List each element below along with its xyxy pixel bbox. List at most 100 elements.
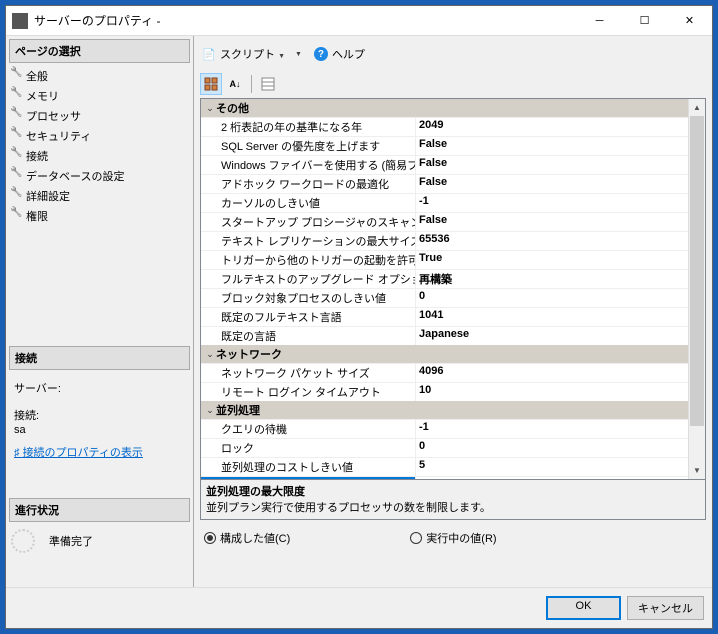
view-props-label: 接続のプロパティの表示 xyxy=(23,447,143,459)
property-key: 既定の言語 xyxy=(201,327,416,345)
chevron-down-icon[interactable]: ⌄ xyxy=(204,405,216,416)
category-label: その他 xyxy=(216,100,249,116)
dialog-body: ページの選択 全般メモリプロセッサセキュリティ接続データベースの設定詳細設定権限… xyxy=(6,36,712,587)
property-row[interactable]: 並列処理の最大限度 xyxy=(201,476,705,480)
property-value[interactable]: 0 xyxy=(416,439,705,457)
close-button[interactable]: ✕ xyxy=(667,6,712,36)
property-key: Windows ファイバーを使用する (簡易プーリン xyxy=(201,156,416,174)
progress-status: 準備完了 xyxy=(6,525,193,557)
page-list: 全般メモリプロセッサセキュリティ接続データベースの設定詳細設定権限 xyxy=(6,66,193,226)
alphabetical-button[interactable]: A↓ xyxy=(224,73,246,95)
property-value[interactable]: False xyxy=(416,213,705,231)
page-item-0[interactable]: 全般 xyxy=(6,66,193,86)
property-row[interactable]: 2 桁表記の年の基準になる年2049 xyxy=(201,117,705,136)
property-value[interactable]: Japanese xyxy=(416,327,705,345)
view-connection-props-link[interactable]: ♯ 接続のプロパティの表示 xyxy=(9,442,190,462)
configured-radio[interactable]: 構成した値(C) xyxy=(204,530,290,546)
page-item-4[interactable]: 接続 xyxy=(6,146,193,166)
page-select-header: ページの選択 xyxy=(9,39,190,63)
property-key: SQL Server の優先度を上げます xyxy=(201,137,416,155)
property-row[interactable]: クエリの待機-1 xyxy=(201,419,705,438)
property-value[interactable]: 再構築 xyxy=(416,270,705,288)
property-key: カーソルのしきい値 xyxy=(201,194,416,212)
chevron-down-icon[interactable]: ⌄ xyxy=(204,103,216,114)
page-item-7[interactable]: 権限 xyxy=(6,206,193,226)
property-row[interactable]: 既定のフルテキスト言語1041 xyxy=(201,307,705,326)
property-key: ブロック対象プロセスのしきい値 xyxy=(201,289,416,307)
page-item-5[interactable]: データベースの設定 xyxy=(6,166,193,186)
running-label: 実行中の値(R) xyxy=(426,530,496,546)
property-row[interactable]: ブロック対象プロセスのしきい値0 xyxy=(201,288,705,307)
property-row[interactable]: テキスト レプリケーションの最大サイズ65536 xyxy=(201,231,705,250)
page-item-1[interactable]: メモリ xyxy=(6,86,193,106)
category-その他[interactable]: ⌄その他 xyxy=(201,99,705,117)
property-value[interactable]: False xyxy=(416,175,705,193)
property-value[interactable]: 2049 xyxy=(416,118,705,136)
property-grid[interactable]: ⌄その他2 桁表記の年の基準になる年2049SQL Server の優先度を上げ… xyxy=(200,98,706,480)
property-key: アドホック ワークロードの最適化 xyxy=(201,175,416,193)
property-key: トリガーから他のトリガーの起動を許可する xyxy=(201,251,416,269)
categorized-button[interactable] xyxy=(200,73,222,95)
property-row[interactable]: トリガーから他のトリガーの起動を許可するTrue xyxy=(201,250,705,269)
property-input[interactable] xyxy=(419,478,688,480)
property-value[interactable]: True xyxy=(416,251,705,269)
property-row[interactable]: Windows ファイバーを使用する (簡易プーリンFalse xyxy=(201,155,705,174)
property-row[interactable]: ネットワーク パケット サイズ4096 xyxy=(201,363,705,382)
property-value[interactable]: 65536 xyxy=(416,232,705,250)
property-row[interactable]: アドホック ワークロードの最適化False xyxy=(201,174,705,193)
property-row[interactable]: スタートアップ プロシージャのスキャンFalse xyxy=(201,212,705,231)
property-value[interactable]: 5 xyxy=(416,458,705,476)
property-value[interactable]: False xyxy=(416,137,705,155)
scroll-up-icon[interactable]: ▲ xyxy=(689,99,705,116)
category-並列処理[interactable]: ⌄並列処理 xyxy=(201,401,705,419)
property-value[interactable] xyxy=(416,477,705,480)
property-row[interactable]: ロック0 xyxy=(201,438,705,457)
property-value[interactable]: 4096 xyxy=(416,364,705,382)
window-title: サーバーのプロパティ - xyxy=(34,12,577,29)
scrollbar[interactable]: ▲ ▼ xyxy=(688,99,705,479)
cancel-button[interactable]: キャンセル xyxy=(627,596,704,620)
page-item-2[interactable]: プロセッサ xyxy=(6,106,193,126)
property-key: クエリの待機 xyxy=(201,420,416,438)
page-item-6[interactable]: 詳細設定 xyxy=(6,186,193,206)
property-row[interactable]: 並列処理のコストしきい値5 xyxy=(201,457,705,476)
scroll-thumb[interactable] xyxy=(690,116,704,426)
property-row[interactable]: 既定の言語Japanese xyxy=(201,326,705,345)
scroll-down-icon[interactable]: ▼ xyxy=(689,462,705,479)
minimize-button[interactable]: ─ xyxy=(577,6,622,36)
property-value[interactable]: False xyxy=(416,156,705,174)
property-value[interactable]: 0 xyxy=(416,289,705,307)
description-box: 並列処理の最大限度 並列プラン実行で使用するプロセッサの数を制限します。 xyxy=(200,480,706,520)
connection-header: 接続 xyxy=(9,346,190,370)
script-dropdown[interactable]: スクリプト ▼ xyxy=(220,46,285,62)
page-item-3[interactable]: セキュリティ xyxy=(6,126,193,146)
spinner-icon xyxy=(11,529,35,553)
maximize-button[interactable]: ☐ xyxy=(622,6,667,36)
property-row[interactable]: カーソルのしきい値-1 xyxy=(201,193,705,212)
app-icon xyxy=(12,13,28,29)
property-value[interactable]: -1 xyxy=(416,194,705,212)
help-icon[interactable]: ? xyxy=(314,47,328,61)
help-label[interactable]: ヘルプ xyxy=(332,46,365,62)
dropdown-arrow-icon[interactable]: ▼ xyxy=(295,51,302,58)
property-key: スタートアップ プロシージャのスキャン xyxy=(201,213,416,231)
property-value[interactable]: -1 xyxy=(416,420,705,438)
property-key: 並列処理のコストしきい値 xyxy=(201,458,416,476)
properties-button[interactable] xyxy=(257,73,279,95)
left-panel: ページの選択 全般メモリプロセッサセキュリティ接続データベースの設定詳細設定権限… xyxy=(6,36,194,587)
property-row[interactable]: SQL Server の優先度を上げますFalse xyxy=(201,136,705,155)
radio-icon xyxy=(204,532,216,544)
property-row[interactable]: リモート ログイン タイムアウト10 xyxy=(201,382,705,401)
ok-button[interactable]: OK xyxy=(546,596,621,620)
category-ネットワーク[interactable]: ⌄ネットワーク xyxy=(201,345,705,363)
titlebar[interactable]: サーバーのプロパティ - ─ ☐ ✕ xyxy=(6,6,712,36)
property-value[interactable]: 10 xyxy=(416,383,705,401)
toolbar: 📄 スクリプト ▼ ▼ ? ヘルプ xyxy=(200,42,706,70)
running-radio[interactable]: 実行中の値(R) xyxy=(410,530,496,546)
chevron-down-icon[interactable]: ⌄ xyxy=(204,349,216,360)
property-value[interactable]: 1041 xyxy=(416,308,705,326)
property-row[interactable]: フルテキストのアップグレード オプション再構築 xyxy=(201,269,705,288)
right-panel: 📄 スクリプト ▼ ▼ ? ヘルプ A↓ xyxy=(194,36,712,587)
property-key: 既定のフルテキスト言語 xyxy=(201,308,416,326)
property-key: 2 桁表記の年の基準になる年 xyxy=(201,118,416,136)
